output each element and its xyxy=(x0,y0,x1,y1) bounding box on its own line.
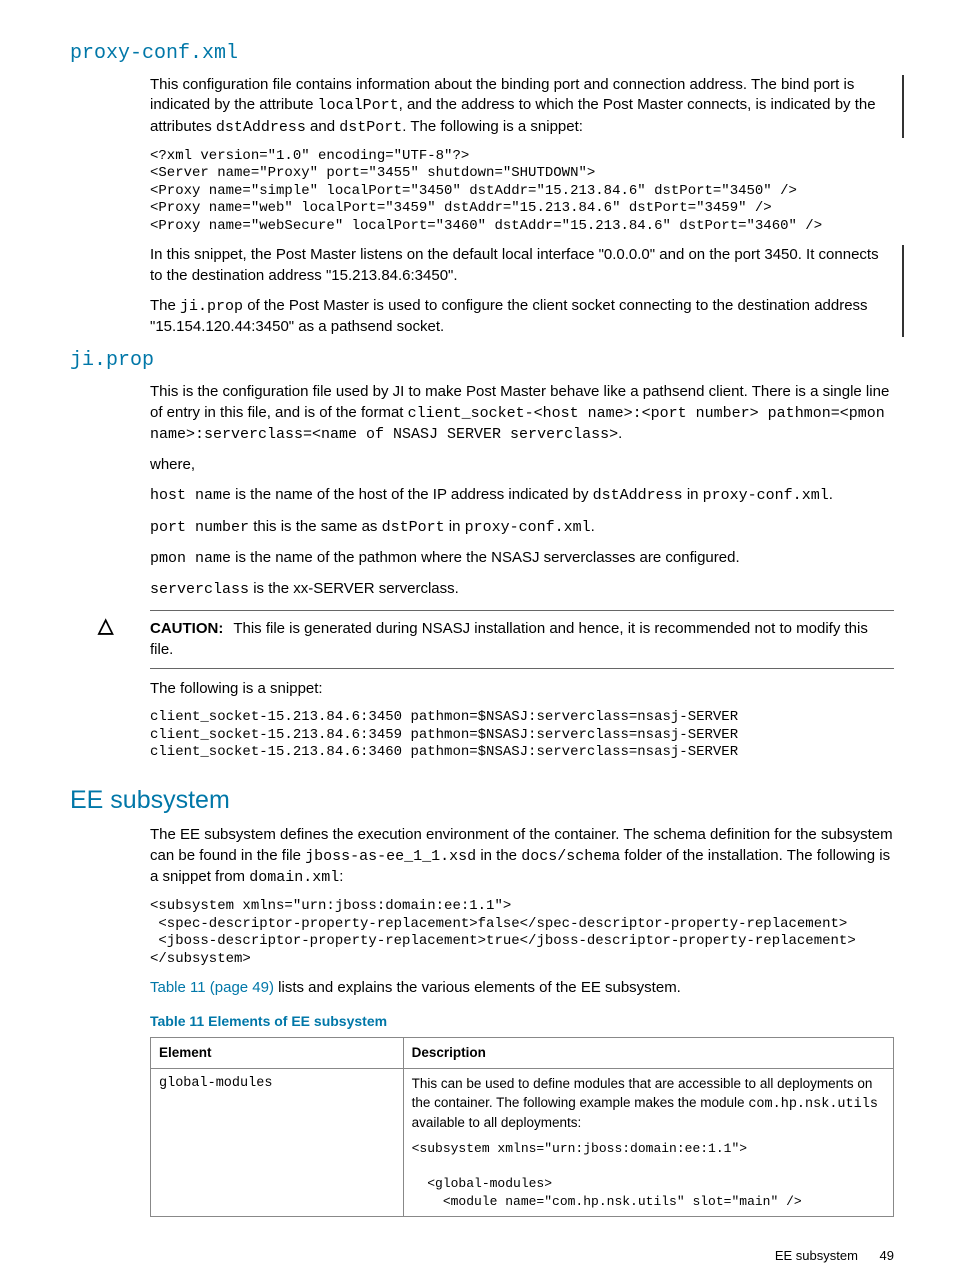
heading-ji-prop: ji.prop xyxy=(70,347,894,374)
th-description: Description xyxy=(403,1038,893,1069)
ji-code: client_socket-15.213.84.6:3450 pathmon=$… xyxy=(150,709,894,762)
th-element: Element xyxy=(151,1038,404,1069)
heading-proxy-conf: proxy-conf.xml xyxy=(70,40,894,67)
ee-code: <subsystem xmlns="urn:jboss:domain:ee:1.… xyxy=(150,898,894,968)
caution-icon: △ xyxy=(98,613,113,640)
ji-para-1: This is the configuration file used by J… xyxy=(150,382,894,445)
page-footer: EE subsystem 49 xyxy=(70,1247,894,1265)
ji-where-3: pmon name is the name of the pathmon whe… xyxy=(150,548,894,569)
caution-label: CAUTION: xyxy=(150,620,223,637)
table-11-link[interactable]: Table 11 (page 49) xyxy=(150,979,274,996)
ji-where: where, xyxy=(150,455,894,475)
page-content: proxy-conf.xml This configuration file c… xyxy=(70,40,894,1265)
ji-para-2: The following is a snippet: xyxy=(150,679,894,699)
table-header-row: Element Description xyxy=(151,1038,894,1069)
ji-where-2: port number this is the same as dstPort … xyxy=(150,517,894,538)
table-title: Table 11 Elements of EE subsystem xyxy=(150,1012,894,1031)
ji-where-4: serverclass is the xx-SERVER serverclass… xyxy=(150,579,894,600)
proxy-para-3: The ji.prop of the Post Master is used t… xyxy=(150,296,892,338)
footer-page: 49 xyxy=(880,1248,894,1263)
ee-elements-table: Element Description global-modules This … xyxy=(150,1037,894,1217)
ee-para-2: Table 11 (page 49) lists and explains th… xyxy=(150,978,894,998)
heading-ee-subsystem: EE subsystem xyxy=(70,784,894,818)
proxy-para-2: In this snippet, the Post Master listens… xyxy=(150,245,892,286)
cell-code: <subsystem xmlns="urn:jboss:domain:ee:1.… xyxy=(412,1140,885,1210)
cell-description: This can be used to define modules that … xyxy=(403,1069,893,1217)
cell-element: global-modules xyxy=(151,1069,404,1217)
ji-where-1: host name is the name of the host of the… xyxy=(150,485,894,506)
table-row: global-modules This can be used to defin… xyxy=(151,1069,894,1217)
caution-text: This file is generated during NSASJ inst… xyxy=(150,620,868,657)
proxy-code: <?xml version="1.0" encoding="UTF-8"?> <… xyxy=(150,148,894,236)
proxy-para-1: This configuration file contains informa… xyxy=(150,75,892,138)
caution-box: △ CAUTION:This file is generated during … xyxy=(150,610,894,669)
ee-para-1: The EE subsystem defines the execution e… xyxy=(150,825,894,888)
footer-section: EE subsystem xyxy=(775,1248,858,1263)
